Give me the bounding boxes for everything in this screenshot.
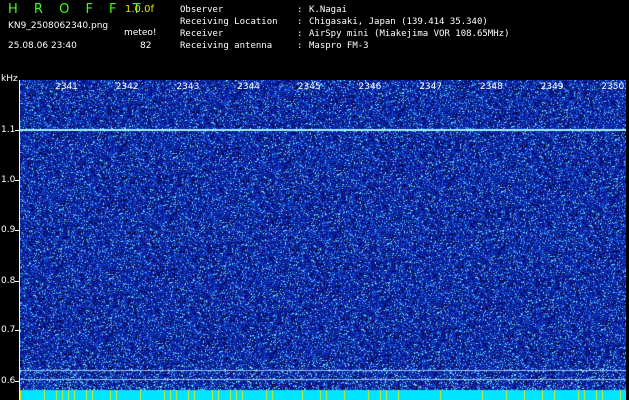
info-row-location: Receiving Location: Chigasaki, Japan (139…: [180, 17, 509, 29]
file-name: KN9_2508062340.png: [8, 21, 109, 31]
y-tick-mark: [15, 180, 20, 181]
info-value: AirSpy mini (Miakejima VOR 108.65MHz): [309, 29, 510, 39]
x-tick-label: 2346: [358, 82, 382, 92]
x-tick-label: 2344: [237, 82, 260, 92]
observer-info: Observer: K.Nagai Receiving Location: Chig…: [180, 5, 509, 53]
x-tick-label: 2348: [479, 82, 503, 92]
x-tick-label: 2347: [419, 82, 443, 92]
x-tick-label: 2345: [297, 82, 321, 92]
app-version: 1.0.0f: [125, 4, 154, 15]
station-label: meteo!: [124, 28, 157, 38]
info-row-receiver: Receiver: AirSpy mini (Miakejima VOR 108.…: [180, 29, 509, 41]
x-tick-label: 2349: [540, 82, 564, 92]
y-axis-line: [19, 80, 20, 400]
y-tick-mark: [15, 130, 20, 131]
station-value: 82: [140, 41, 152, 51]
y-axis-unit: kHz: [1, 74, 18, 84]
y-tick-mark: [15, 330, 20, 331]
info-value: K.Nagai: [309, 5, 347, 15]
info-label: Receiving Location: [180, 17, 278, 27]
y-tick-label: 0.8: [1, 276, 16, 286]
info-row-observer: Observer: K.Nagai: [180, 5, 509, 17]
info-row-antenna: Receiving antenna: Maspro FM-3: [180, 41, 509, 53]
info-separator: :: [297, 41, 303, 51]
y-tick-mark: [15, 381, 20, 382]
info-separator: :: [297, 5, 303, 15]
info-separator: :: [297, 17, 303, 27]
x-tick-label: 2343: [176, 82, 200, 92]
info-separator: :: [297, 29, 303, 39]
x-tick-label: 2350: [601, 82, 625, 92]
y-tick-label: 1.0: [1, 175, 16, 185]
y-tick-label: 0.9: [1, 225, 16, 235]
y-tick-mark: [15, 281, 20, 282]
x-tick-label: 2341: [55, 82, 78, 92]
info-value: Maspro FM-3: [309, 41, 369, 51]
y-tick-label: 0.7: [1, 325, 16, 335]
hrofft-window: H R O F F T 1.0.0f KN9_2508062340.png me…: [0, 0, 629, 400]
y-tick-label: 1.1: [1, 125, 16, 135]
info-label: Observer: [180, 5, 224, 15]
timestamp: 25.08.06 23:40: [8, 41, 77, 51]
y-tick-mark: [15, 230, 20, 231]
y-tick-label: 0.6: [1, 376, 16, 386]
x-tick-label: 2342: [115, 82, 139, 92]
info-label: Receiver: [180, 29, 224, 39]
info-value: Chigasaki, Japan (139.414 35.340): [309, 17, 488, 27]
info-label: Receiving antenna: [180, 41, 273, 51]
waterfall-spectrogram: [20, 80, 626, 400]
